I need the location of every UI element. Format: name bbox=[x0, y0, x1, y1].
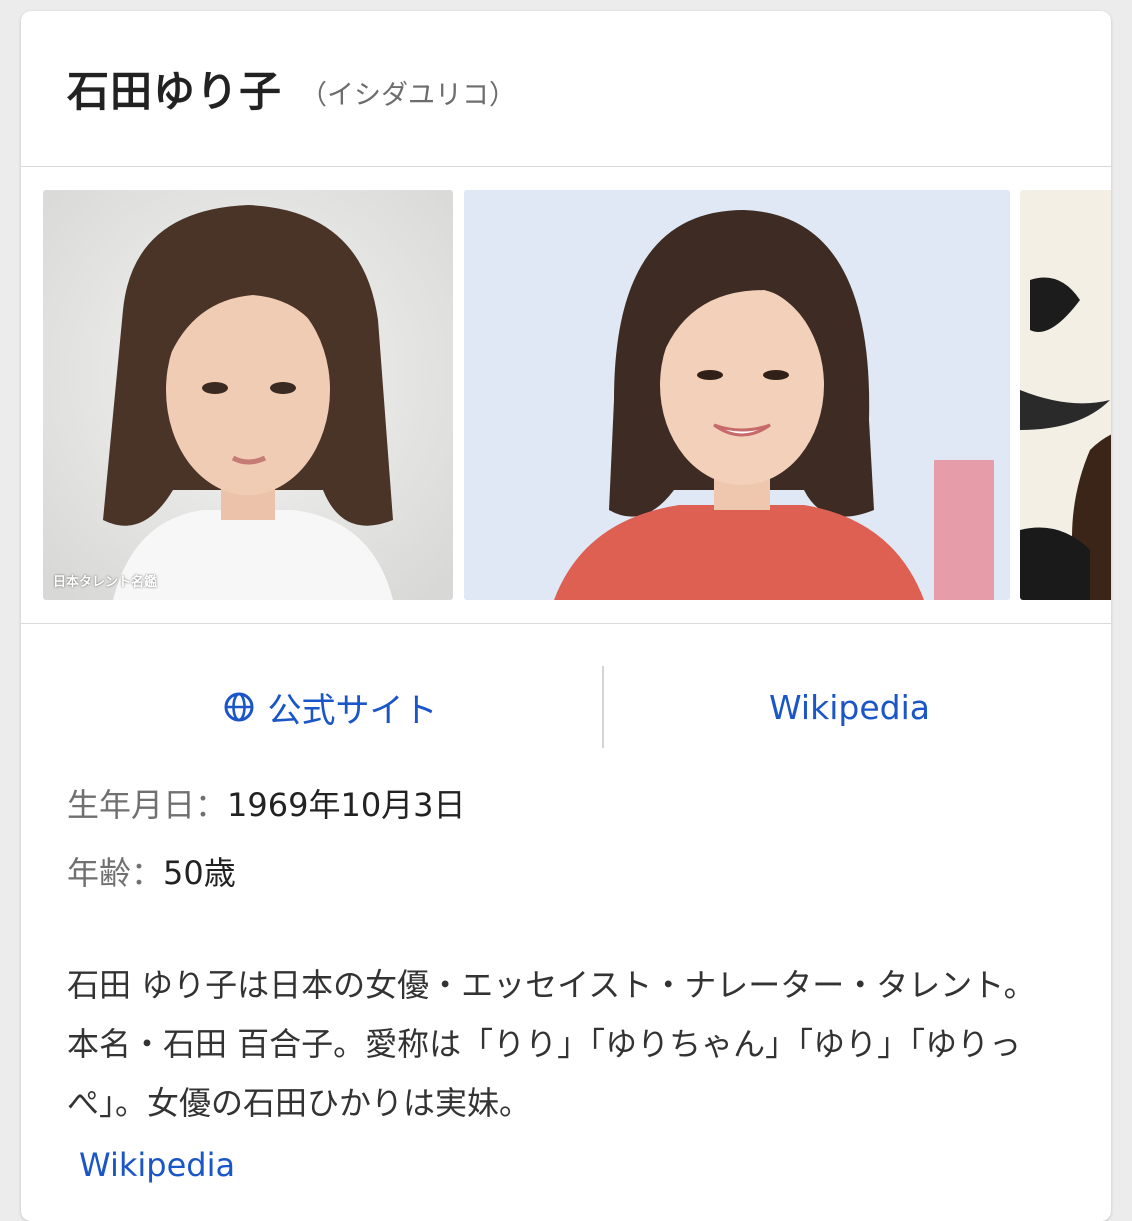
official-site-link[interactable]: 公式サイト bbox=[57, 666, 602, 748]
description-text: 石田 ゆり子は日本の女優・エッセイスト・ナレーター・タレント。本名・石田 百合子… bbox=[67, 966, 1036, 1122]
official-site-label: 公式サイト bbox=[267, 690, 438, 731]
fact-key: 年齢： bbox=[67, 854, 164, 892]
entity-name: 石田ゆり子 bbox=[67, 67, 283, 116]
image-carousel[interactable]: 日本タレント名鑑 bbox=[21, 168, 1111, 624]
portrait-image bbox=[464, 190, 1010, 600]
entity-reading: （イシダユリコ） bbox=[300, 80, 517, 111]
photo-1[interactable]: 日本タレント名鑑 bbox=[43, 190, 453, 600]
photo-2[interactable] bbox=[464, 190, 1010, 600]
action-links: 公式サイト Wikipedia bbox=[21, 666, 1111, 748]
wikipedia-label: Wikipedia bbox=[769, 687, 930, 727]
portrait-image bbox=[43, 190, 453, 600]
portrait-image bbox=[1020, 190, 1111, 600]
knowledge-panel-card: 石田ゆり子 （イシダユリコ） 日本タレント名鑑 公式サイト Wikipedia … bbox=[21, 11, 1111, 1221]
globe-icon bbox=[224, 692, 253, 722]
fact-key: 生年月日： bbox=[67, 786, 228, 824]
description-source-link[interactable]: Wikipedia bbox=[79, 1146, 235, 1184]
facts-list: 生年月日：1969年10月3日 年齢：50歳 bbox=[67, 779, 466, 915]
fact-value: 1969年10月3日 bbox=[227, 786, 466, 824]
title-row: 石田ゆり子 （イシダユリコ） bbox=[21, 11, 1111, 167]
photo-watermark: 日本タレント名鑑 bbox=[53, 575, 158, 590]
fact-value: 50歳 bbox=[163, 854, 236, 892]
photo-3[interactable] bbox=[1020, 190, 1111, 600]
fact-age: 年齢：50歳 bbox=[67, 847, 466, 915]
fact-birthdate: 生年月日：1969年10月3日 bbox=[67, 779, 466, 847]
wikipedia-link[interactable]: Wikipedia bbox=[577, 666, 1111, 748]
